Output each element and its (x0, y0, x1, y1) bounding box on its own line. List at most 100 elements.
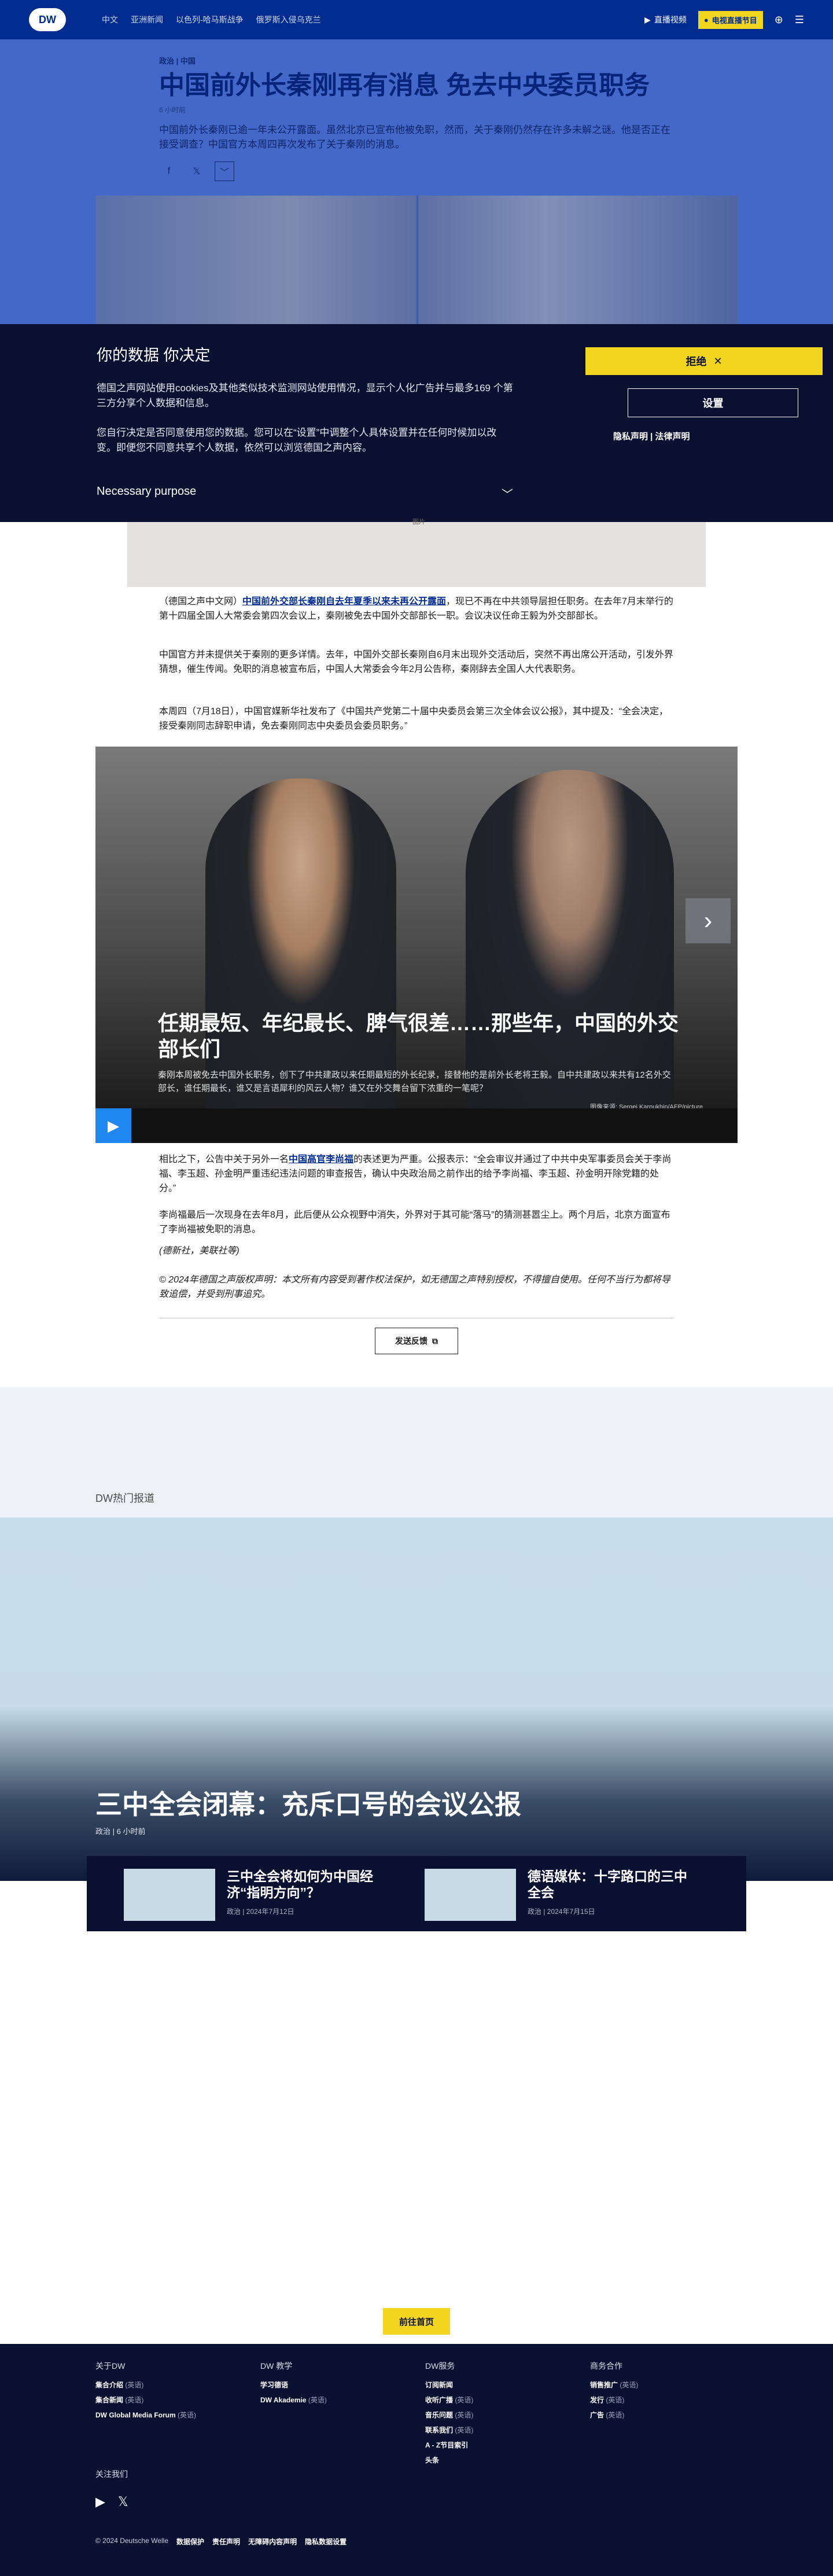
p4-link[interactable]: 中国高官李尚福 (289, 1155, 353, 1164)
footer-link[interactable]: 收听广播 (英语) (425, 2395, 473, 2405)
footer-bottom-link[interactable]: 数据保护 (176, 2537, 204, 2546)
language-icon[interactable]: ⊕ (775, 14, 783, 26)
footer-col-about: 关于DW 集合介绍 (英语) 集合新闻 (英语) DW Global Media… (95, 2360, 196, 2425)
x-twitter-icon[interactable]: 𝕏 (187, 161, 207, 181)
footer-heading: 关于DW (95, 2361, 126, 2371)
nav-right: ▶︎ 直播视频 ● 电视直播节目 ⊕ ☰ (644, 10, 804, 29)
broadcast-icon: ● (703, 15, 709, 24)
cookie-description-1: 德国之声网站使用cookies及其他类似技术监测网站使用情况，显示个人化广告并与… (97, 383, 513, 409)
reject-label: 拒绝 (685, 356, 707, 368)
footer-bottom-link[interactable]: 隐私数据设置 (305, 2537, 347, 2546)
footer-link[interactable]: 联系我们 (英语) (425, 2425, 473, 2435)
gallery-description: 秦刚本周被免去中国外长职务，创下了中共建政以来任期最短的外长纪录，接替他的是前外… (158, 1070, 671, 1093)
trending-title[interactable]: 三中全会闭幕：充斥口号的会议公报 (95, 1784, 521, 1822)
card-title: 三中全会将如何为中国经济“指明方向”？ (227, 1869, 373, 1900)
footer-link[interactable]: DW Global Media Forum (英语) (95, 2410, 196, 2420)
necessary-purpose-label: Necessary purpose (97, 485, 197, 498)
close-icon: ✕ (713, 355, 723, 367)
live-icon: ▶︎ (644, 14, 651, 24)
footer-col-business: 商务合作 销售推广 (英语) 发行 (英语) 广告 (英语) (590, 2360, 638, 2425)
card-thumbnail (425, 1869, 516, 1921)
paragraph-4: 相比之下，公告中关于另外一名中国高官李尚福的表述更为严重。公报表示：“全会审议并… (159, 1153, 674, 1196)
cookie-legal-links[interactable]: 隐私声明 | 法律声明 (613, 430, 690, 442)
trending-label: DW热门报道 (95, 1493, 154, 1504)
footer-heading: DW 教学 (260, 2361, 293, 2371)
nav-link-israel-hamas[interactable]: 以色列-哈马斯战争 (176, 14, 244, 25)
gallery-title[interactable]: 任期最短、年纪最长、脾气很差……那些年，中国的外交部长们 (158, 1010, 679, 1062)
footer-link[interactable]: 头条 (425, 2455, 473, 2465)
social-links: ▶ 𝕏 (95, 2494, 128, 2509)
paragraph-3: 本周四（7月18日），中国官媒新华社发布了《中国共产党第二十届中央委员会第三次全… (159, 707, 669, 731)
paragraph-5: 李尚福最后一次现身在去年8月，此后便从公众视野中消失，外界对于其可能“落马”的猜… (159, 1210, 670, 1234)
footer-heading: 商务合作 (590, 2361, 622, 2371)
live-video-label: 直播视频 (654, 15, 687, 24)
article-image-bottom (127, 522, 706, 587)
footer-link[interactable]: 集合介绍 (英语) (95, 2380, 196, 2390)
necessary-purpose-toggle[interactable]: Necessary purpose ﹀ (97, 485, 513, 502)
footer-link[interactable]: 销售推广 (英语) (590, 2380, 638, 2390)
facebook-icon[interactable]: f (159, 161, 179, 181)
settings-button[interactable]: 设置 (628, 388, 798, 417)
reject-button[interactable]: 拒绝 ✕ (585, 347, 823, 375)
chevron-right-icon[interactable]: › (685, 898, 731, 943)
photo-gallery[interactable]: › 任期最短、年纪最长、脾气很差……那些年，中国的外交部长们 秦刚本周被免去中国… (95, 747, 738, 1143)
footer: 关于DW 集合介绍 (英语) 集合新闻 (英语) DW Global Media… (0, 2344, 833, 2576)
footer-link[interactable]: 订阅新闻 (425, 2380, 473, 2390)
footer-link[interactable]: A - Z节目索引 (425, 2440, 473, 2450)
nav-link-ukraine[interactable]: 俄罗斯入侵乌克兰 (256, 14, 321, 25)
top-navigation: DW 中文 亚洲新闻 以色列-哈马斯战争 俄罗斯入侵乌克兰 ▶︎ 直播视频 ● … (0, 0, 833, 39)
tv-program-label: 电视直播节目 (712, 16, 757, 25)
footer-link[interactable]: 发行 (英语) (590, 2395, 638, 2405)
gallery-person-right (466, 770, 674, 1117)
copyright: © 2024 Deutsche Welle (95, 2537, 169, 2545)
more-share-icon[interactable]: ﹀ (215, 161, 234, 181)
p1-link[interactable]: 中国前外交部长秦刚自去年夏季以来未再公开露面 (242, 597, 446, 607)
trending-card[interactable]: 三中全会将如何为中国经济“指明方向”？ 政治 | 2024年7月12日 (124, 1869, 395, 1921)
gallery-control-bar (95, 1108, 738, 1143)
article-hero-image (95, 196, 738, 324)
article-headline: 中国前外长秦刚再有消息 免去中央委员职务 (159, 71, 650, 100)
footer-link[interactable]: 学习德语 (260, 2380, 327, 2390)
go-home-button[interactable]: 前往首页 (383, 2308, 450, 2335)
tv-program-button[interactable]: ● 电视直播节目 (698, 10, 763, 29)
nav-link-asia[interactable]: 亚洲新闻 (131, 14, 163, 25)
cookie-description-2: 您自行决定是否同意使用您的数据。您可以在“设置”中调整个人具体设置并在任何时候加… (97, 427, 497, 454)
article-lead: 中国前外长秦刚已逾一年未公开露面。虽然北京已宣布他被免职，然而，关于秦刚仍然存在… (159, 124, 670, 150)
nav-links: 中文 亚洲新闻 以色列-哈马斯战争 俄罗斯入侵乌克兰 (102, 14, 321, 25)
article-header: 政治 | 中国 中国前外长秦刚再有消息 免去中央委员职务 6 小时前 中国前外长… (159, 55, 674, 181)
paragraph-sources: (德新社，美联社等) (159, 1246, 239, 1256)
footer-bottom-link[interactable]: 无障碍内容声明 (248, 2537, 297, 2546)
trending-hero[interactable]: 三中全会闭幕：充斥口号的会议公报 政治 | 6 小时前 三中全会将如何为中国经济… (0, 1517, 833, 1931)
footer-heading: DW服务 (425, 2361, 455, 2371)
cookie-title: 你的数据 你决定 (97, 347, 211, 364)
footer-bottom: © 2024 Deutsche Welle 数据保护 责任声明 无障碍内容声明 … (95, 2537, 347, 2546)
card-thumbnail (124, 1869, 215, 1921)
x-twitter-icon[interactable]: 𝕏 (118, 2494, 128, 2509)
trending-meta: 政治 | 6 小时前 (95, 1827, 146, 1836)
copy-icon: ⧉ (432, 1336, 438, 1346)
footer-col-services: DW服务 订阅新闻 收听广播 (英语) 音乐问题 (英语) 联系我们 (英语) … (425, 2360, 473, 2470)
trending-cards: 三中全会将如何为中国经济“指明方向”？ 政治 | 2024年7月12日 德语媒体… (87, 1856, 746, 1931)
footer-link[interactable]: DW Akademie (英语) (260, 2395, 327, 2405)
footer-col-education: DW 教学 学习德语 DW Akademie (英语) (260, 2360, 327, 2410)
feedback-button[interactable]: 发送反馈 ⧉ (375, 1328, 458, 1354)
trending-card[interactable]: 德语媒体：十字路口的三中全会 政治 | 2024年7月15日 (425, 1869, 695, 1921)
nav-link-chinese[interactable]: 中文 (102, 14, 118, 25)
share-row: f 𝕏 ﹀ (159, 161, 674, 181)
paragraph-1: （德国之声中文网）中国前外交部长秦刚自去年夏季以来未再公开露面，现已不再在中共领… (159, 595, 674, 624)
article-kicker[interactable]: 政治 | 中国 (159, 55, 674, 66)
footer-link[interactable]: 音乐问题 (英语) (425, 2410, 473, 2420)
play-icon[interactable]: ▶ (95, 1108, 131, 1143)
trending-section: DW热门报道 三中全会闭幕：充斥口号的会议公报 政治 | 6 小时前 三中全会将… (0, 1387, 833, 1931)
footer-link[interactable]: 广告 (英语) (590, 2410, 638, 2420)
p4-prefix: 相比之下，公告中关于另外一名 (159, 1155, 289, 1164)
card-meta: 政治 | 2024年7月15日 (528, 1908, 595, 1916)
live-video-button[interactable]: ▶︎ 直播视频 (644, 14, 687, 25)
dw-logo[interactable]: DW (29, 8, 66, 31)
chevron-down-icon: ﹀ (502, 488, 513, 501)
footer-link[interactable]: 集合新闻 (英语) (95, 2395, 196, 2405)
footer-bottom-link[interactable]: 责任声明 (212, 2537, 240, 2546)
youtube-icon[interactable]: ▶ (95, 2494, 105, 2509)
menu-icon[interactable]: ☰ (795, 14, 804, 26)
image-split (417, 196, 418, 324)
